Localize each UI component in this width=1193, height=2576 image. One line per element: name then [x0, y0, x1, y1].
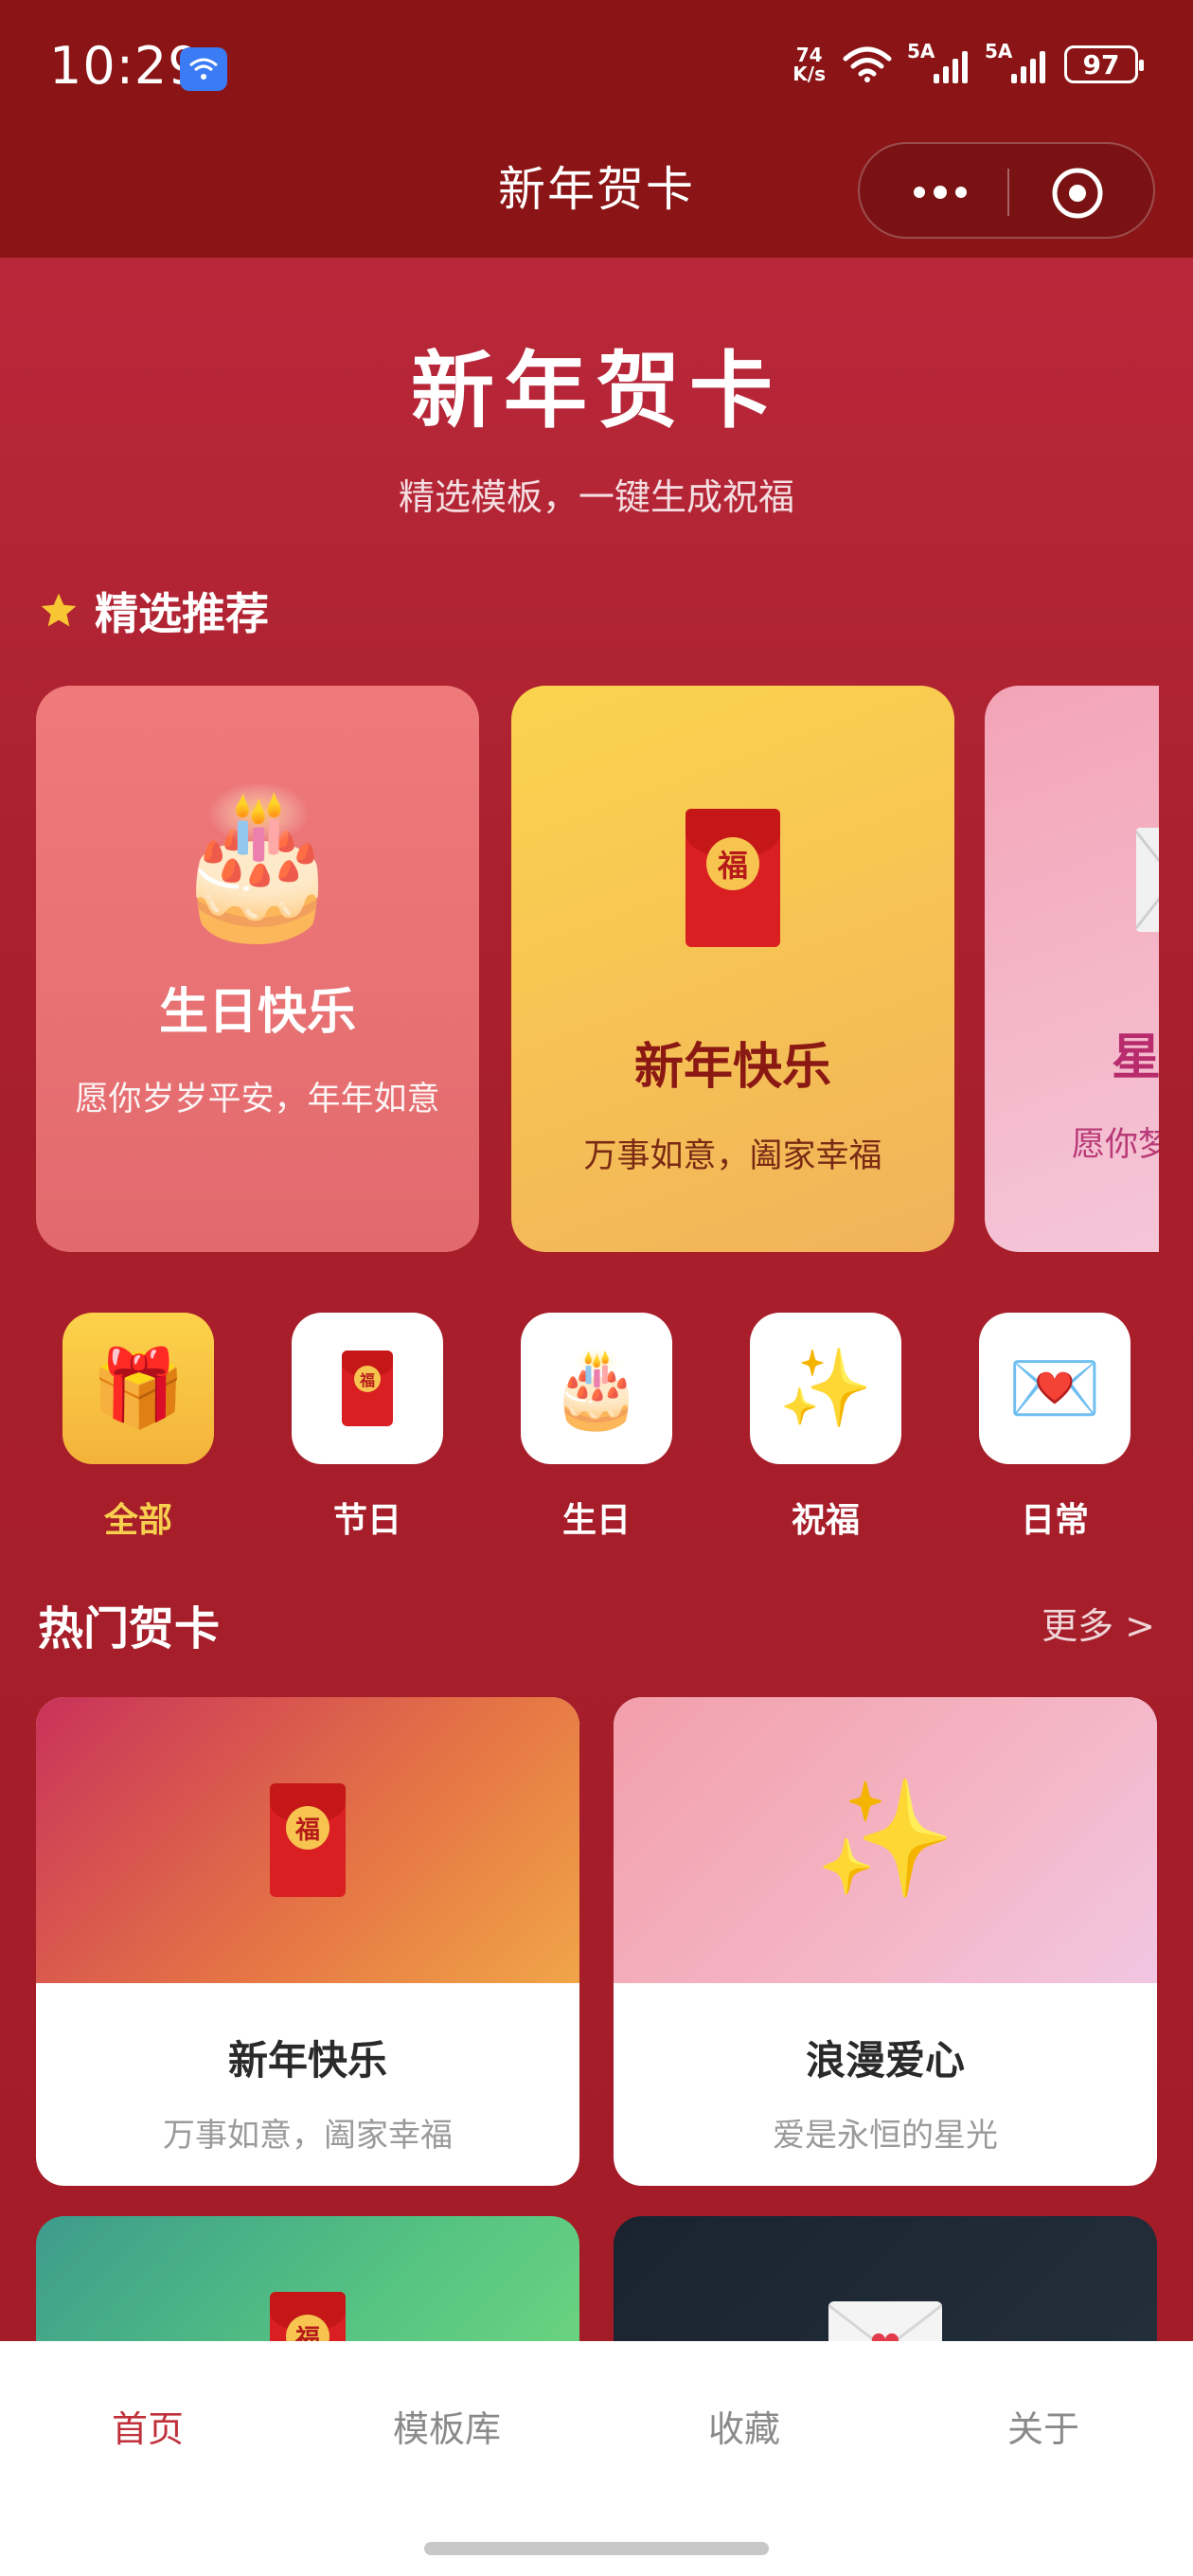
star-icon: [41, 593, 77, 627]
sparkles-icon: ✨: [614, 1697, 1157, 1983]
capsule-divider: [1007, 169, 1009, 216]
featured-section-header: 精选推荐: [38, 580, 269, 642]
tab-templates[interactable]: 模板库: [352, 2400, 542, 2452]
featured-card-desc: 愿你梦: [1072, 1126, 1159, 1164]
hot-card-title: 新年快乐: [227, 2037, 387, 2084]
tab-about[interactable]: 关于: [949, 2400, 1138, 2452]
status-time: 10:29: [49, 36, 202, 96]
featured-card-partial[interactable]: 星 愿你梦: [985, 686, 1159, 1252]
top-bar: 10:29 74 K/s 5A 5A 97 新年贺卡: [0, 0, 1193, 258]
hot-card-desc: 万事如意，阖家幸福: [163, 2117, 453, 2155]
network-speed: 74 K/s: [792, 44, 826, 85]
signal-strength-sim1: 5A: [907, 40, 970, 83]
hot-section-title: 热门贺卡: [38, 1602, 221, 1655]
close-miniprogram-button[interactable]: [1049, 165, 1106, 222]
category-birthday[interactable]: 🎂 生日: [521, 1313, 672, 1542]
love-letter-icon: 💌: [979, 1313, 1131, 1464]
envelope-icon: [1136, 828, 1159, 932]
battery-indicator: 97: [1064, 45, 1144, 83]
wifi-hotspot-icon: [180, 47, 227, 91]
hot-card-new-year[interactable]: 福 新年快乐 万事如意，阖家幸福: [36, 1697, 579, 2186]
hot-card-desc: 爱是永恒的星光: [773, 2117, 998, 2155]
featured-card-title: 新年快乐: [633, 1039, 831, 1096]
status-indicators: 74 K/s 5A 5A 97: [792, 40, 1144, 85]
category-blessing[interactable]: ✨ 祝福: [750, 1313, 901, 1542]
bottom-tab-bar: 首页 模板库 收藏 关于: [0, 2341, 1193, 2576]
featured-card-title: 星: [1112, 1029, 1159, 1086]
red-envelope-icon: 福: [686, 809, 780, 947]
wifi-icon: [843, 46, 892, 82]
featured-card-desc: 万事如意，阖家幸福: [583, 1137, 882, 1175]
sparkles-icon: ✨: [750, 1313, 901, 1464]
featured-card-new-year[interactable]: 福 新年快乐 万事如意，阖家幸福: [511, 686, 954, 1252]
featured-section-title: 精选推荐: [95, 588, 269, 639]
red-envelope-icon: 福: [342, 1351, 393, 1426]
main-content: 新年贺卡 精选模板，一键生成祝福 精选推荐 🎂 生日快乐 愿你岁岁平安，年年如意…: [0, 258, 1193, 2341]
featured-card-desc: 愿你岁岁平安，年年如意: [75, 1081, 440, 1118]
category-daily[interactable]: 💌 日常: [979, 1313, 1131, 1542]
hot-card-title: 浪漫爱心: [805, 2037, 965, 2084]
cake-icon: 🎂: [169, 780, 347, 945]
category-holiday[interactable]: 福 节日: [292, 1313, 443, 1542]
tab-home[interactable]: 首页: [53, 2400, 242, 2452]
signal-strength-sim2: 5A: [985, 40, 1047, 83]
hero-title: 新年贺卡: [410, 342, 782, 439]
hot-card-romantic[interactable]: ✨ 浪漫爱心 爱是永恒的星光: [614, 1697, 1157, 2186]
hero-subtitle: 精选模板，一键生成祝福: [398, 476, 794, 518]
red-envelope-icon: 福: [270, 1783, 346, 1897]
more-menu-button[interactable]: [898, 170, 983, 214]
cake-icon: 🎂: [521, 1313, 672, 1464]
miniprogram-capsule: [858, 142, 1155, 239]
tab-favorites[interactable]: 收藏: [650, 2400, 839, 2452]
featured-card-title: 生日快乐: [158, 984, 356, 1041]
category-all[interactable]: 🎁 全部: [62, 1313, 214, 1542]
featured-card-birthday[interactable]: 🎂 生日快乐 愿你岁岁平安，年年如意: [36, 686, 479, 1252]
home-indicator[interactable]: [424, 2542, 769, 2555]
more-link[interactable]: 更多 >: [1042, 1597, 1155, 1649]
gift-icon: 🎁: [62, 1313, 214, 1464]
